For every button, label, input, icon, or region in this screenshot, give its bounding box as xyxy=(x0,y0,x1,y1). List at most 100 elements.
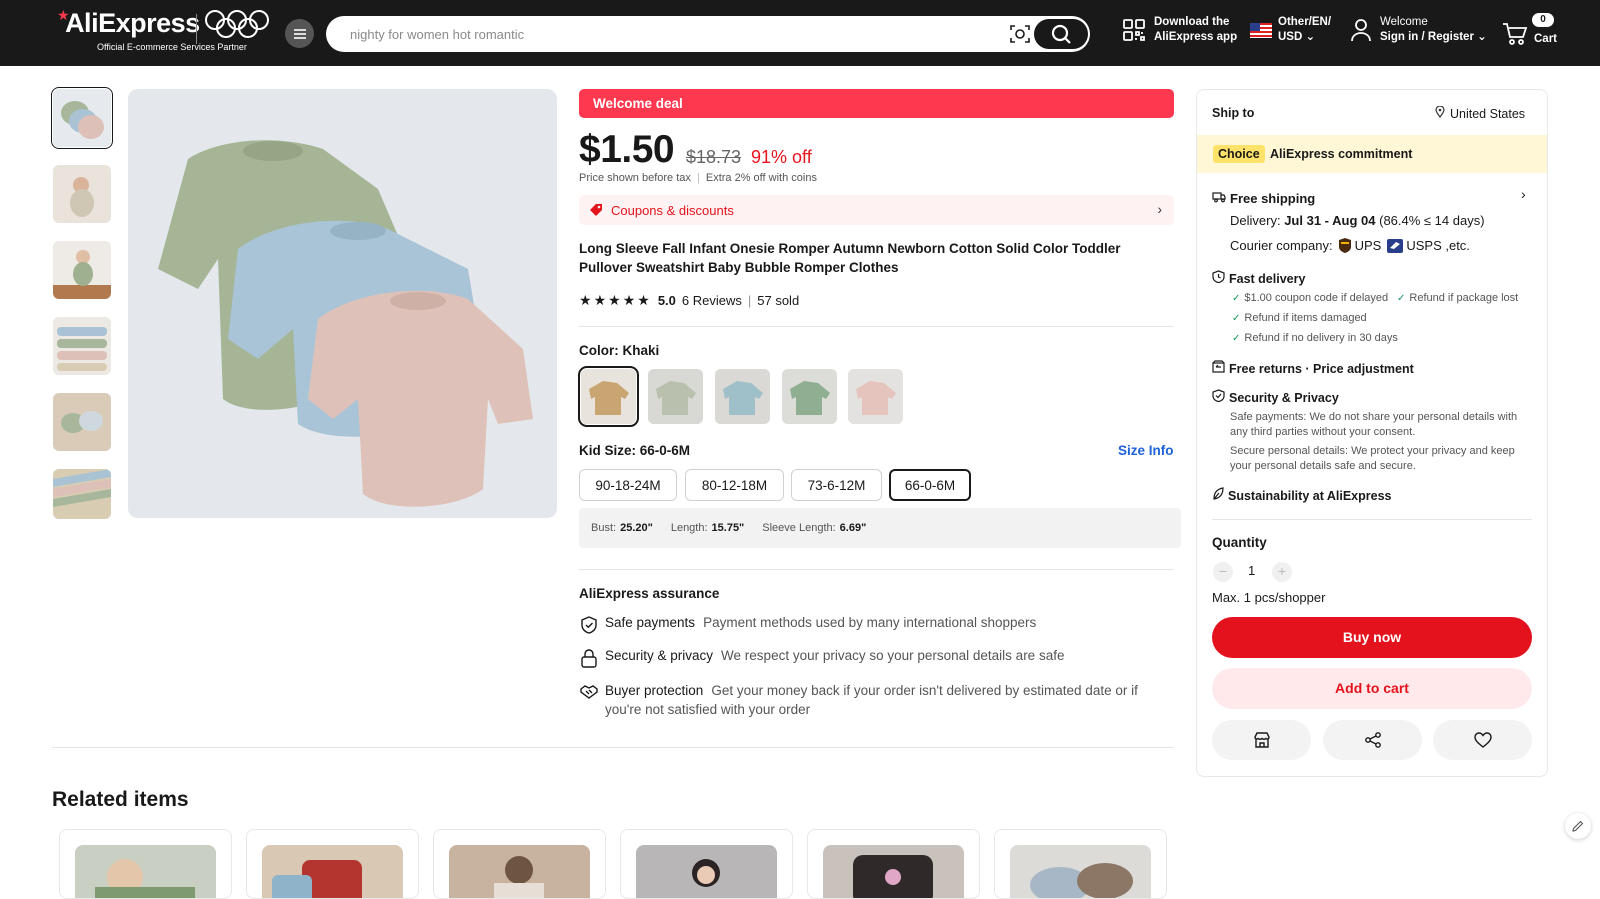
color-swatch-grey-green[interactable] xyxy=(648,369,703,424)
search-button[interactable] xyxy=(1034,19,1088,49)
store-button[interactable] xyxy=(1212,720,1311,760)
color-swatch-green[interactable] xyxy=(782,369,837,424)
assurance-item: Safe payments Payment methods used by ma… xyxy=(579,615,1179,638)
coupons-discounts-bar[interactable]: Coupons & discounts › xyxy=(579,195,1174,225)
handshake-icon xyxy=(580,685,598,699)
gallery-thumbnail[interactable] xyxy=(53,469,111,519)
related-item-image xyxy=(75,845,216,898)
heart-icon xyxy=(1473,732,1492,748)
related-item-image xyxy=(1010,845,1151,898)
divider xyxy=(1212,519,1532,520)
ship-to-selector[interactable]: United States xyxy=(1435,105,1525,121)
fast-delivery-text: Refund if items damaged xyxy=(1244,312,1367,324)
user-icon xyxy=(1351,19,1371,42)
leaf-icon xyxy=(1213,487,1224,500)
share-icon xyxy=(1364,732,1381,748)
delivery-row: Delivery: Jul 31 - Aug 04 (86.4% ≤ 14 da… xyxy=(1230,213,1485,228)
price-note: Price shown before tax | Extra 2% off wi… xyxy=(579,172,817,184)
courier-usps: USPS ,etc. xyxy=(1406,238,1470,253)
reviews-link[interactable]: 6 Reviews xyxy=(682,293,742,308)
wishlist-button[interactable] xyxy=(1433,720,1532,760)
fast-delivery-item: ✓ Refund if package lost xyxy=(1397,291,1518,306)
coins-note: Extra 2% off with coins xyxy=(705,172,817,184)
measure-label: Bust: xyxy=(591,522,617,534)
assurance-item: Buyer protection Get your money back if y… xyxy=(579,681,1174,719)
shield-icon xyxy=(1212,389,1225,403)
gallery-thumbnail[interactable] xyxy=(53,393,111,451)
main-product-image[interactable] xyxy=(128,89,557,518)
chevron-down-icon: ⌄ xyxy=(1305,31,1316,43)
free-shipping-row[interactable]: Free shipping xyxy=(1212,191,1315,206)
quantity-increase-button[interactable]: + xyxy=(1272,562,1292,582)
thumbnail-image xyxy=(53,89,111,147)
gallery-thumbnail[interactable] xyxy=(53,241,111,299)
delivery-rate: (86.4% ≤ 14 days) xyxy=(1379,213,1485,228)
pencil-icon xyxy=(1572,820,1584,832)
rating-separator: | xyxy=(747,293,752,308)
fast-delivery-item: ✓ Refund if no delivery in 30 days xyxy=(1232,331,1398,346)
thumbnail-image xyxy=(53,317,111,375)
assurance-key: Buyer protection xyxy=(605,683,704,698)
divider xyxy=(579,569,1174,570)
download-line1: Download the xyxy=(1154,16,1230,28)
star-icon: ★ xyxy=(622,292,636,308)
color-swatch-pink[interactable] xyxy=(848,369,903,424)
check-icon: ✓ xyxy=(1232,333,1241,344)
buy-now-button[interactable]: Buy now xyxy=(1212,617,1532,658)
chevron-right-icon[interactable]: › xyxy=(1521,186,1526,202)
rating-row: ★ ★ ★ ★ ★ 5.0 6 Reviews | 57 sold xyxy=(579,292,799,309)
feedback-button[interactable] xyxy=(1565,813,1591,839)
search-icon xyxy=(1051,24,1071,44)
category-menu-button[interactable] xyxy=(285,19,314,48)
current-price: $1.50 xyxy=(579,128,675,171)
logo-star-icon: ★ xyxy=(57,7,70,23)
swatch-image xyxy=(581,369,636,424)
coupons-label: Coupons & discounts xyxy=(611,203,734,218)
product-photo xyxy=(128,89,557,518)
color-swatch-khaki[interactable] xyxy=(578,366,639,427)
color-swatch-light-blue[interactable] xyxy=(715,369,770,424)
rating-value: 5.0 xyxy=(657,293,676,308)
sustainability-row[interactable]: Sustainability at AliExpress xyxy=(1212,487,1391,503)
gallery-thumbnail[interactable] xyxy=(53,165,111,223)
share-button[interactable] xyxy=(1323,720,1422,760)
tax-note: Price shown before tax xyxy=(579,172,691,184)
related-item-image xyxy=(449,845,590,898)
size-label: Kid Size: 66-0-6M xyxy=(579,443,691,458)
measure-value: 25.20" xyxy=(620,522,653,534)
thumbnail-image xyxy=(53,469,111,519)
coupon-tag-icon xyxy=(590,204,602,216)
check-icon: ✓ xyxy=(1232,293,1241,304)
search-input[interactable] xyxy=(348,24,968,44)
us-flag-icon xyxy=(1250,22,1272,38)
size-option[interactable]: 73-6-12M xyxy=(791,469,882,501)
size-info-link[interactable]: Size Info xyxy=(1118,443,1174,458)
color-label: Color: Khaki xyxy=(579,343,660,358)
locale-selector[interactable]: Other/EN/USD ⌄ xyxy=(1250,15,1331,45)
gallery-thumbnail[interactable] xyxy=(51,87,113,149)
security-text: Secure personal details: We protect your… xyxy=(1230,445,1515,472)
measure-label: Length: xyxy=(670,522,708,534)
product-title: Long Sleeve Fall Infant Onesie Romper Au… xyxy=(579,241,1121,275)
security-privacy-row: Security & Privacy xyxy=(1212,389,1339,405)
commitment-label: AliExpress commitment xyxy=(1270,147,1413,161)
measure-label: Sleeve Length: xyxy=(762,522,836,534)
fast-delivery-item: ✓ Refund if items damaged xyxy=(1232,311,1367,326)
courier-label: Courier company: xyxy=(1230,238,1333,253)
quantity-value[interactable]: 1 xyxy=(1248,563,1255,578)
gallery-thumbnail[interactable] xyxy=(53,317,111,375)
size-option-selected[interactable]: 66-0-6M xyxy=(889,469,971,501)
quantity-decrease-button[interactable]: − xyxy=(1213,562,1233,582)
add-to-cart-button[interactable]: Add to cart xyxy=(1212,668,1532,709)
account-line1: Welcome xyxy=(1380,16,1428,28)
sustainability-label: Sustainability at AliExpress xyxy=(1228,489,1392,503)
truck-icon xyxy=(1212,192,1226,203)
check-icon: ✓ xyxy=(1232,313,1241,324)
account-menu[interactable]: Welcome Sign in / Register ⌄ xyxy=(1350,15,1487,45)
choice-commitment-bar[interactable]: Choice AliExpress commitment xyxy=(1197,135,1547,173)
courier-ups: UPS xyxy=(1354,238,1382,253)
download-app-link[interactable]: Download the AliExpress app xyxy=(1122,15,1237,45)
camera-search-icon[interactable] xyxy=(1009,23,1031,45)
size-option[interactable]: 90-18-24M xyxy=(579,469,677,501)
size-option[interactable]: 80-12-18M xyxy=(685,469,784,501)
